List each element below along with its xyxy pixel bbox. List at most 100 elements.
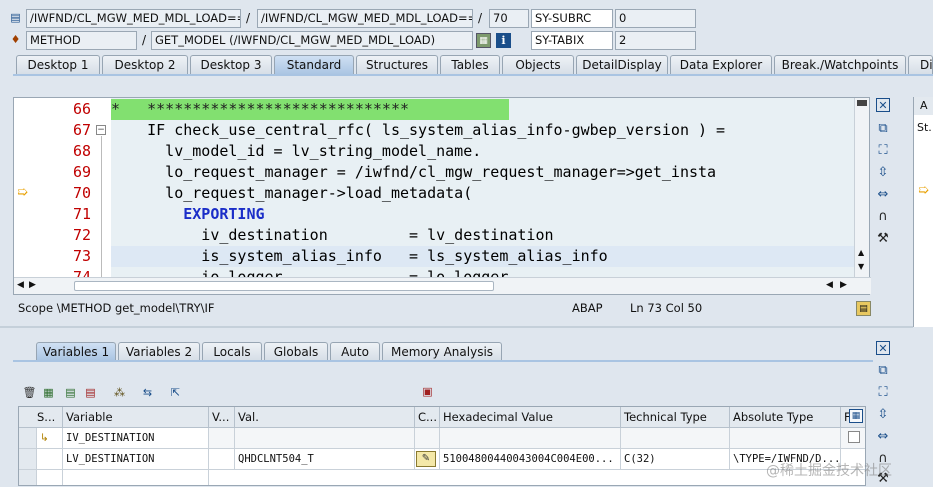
program-field[interactable]: /IWFND/CL_MGW_MED_MDL_LOAD===… <box>26 9 241 28</box>
column-header[interactable]: C... <box>415 407 440 428</box>
column-header[interactable]: Hexadecimal Value <box>440 407 621 428</box>
column-header[interactable]: Val. <box>235 407 415 428</box>
hex-cell: 51004800440043004C004E00... <box>440 449 621 470</box>
variable-cell[interactable]: IV_DESTINATION <box>63 428 209 449</box>
delete-icon[interactable]: 🗑 <box>22 385 37 400</box>
column-header[interactable]: Technical Type <box>621 407 730 428</box>
column-header[interactable]: S... <box>19 407 63 428</box>
tab-locals[interactable]: Locals <box>202 342 262 361</box>
collapse-icon[interactable]: − <box>96 125 106 135</box>
tab-data-explorer[interactable]: Data Explorer <box>670 55 772 75</box>
change-cell[interactable]: ✎ <box>415 449 440 470</box>
scroll-right-icon[interactable]: ▶ <box>29 280 36 290</box>
sy-subrc-value-field[interactable]: 0 <box>615 9 696 28</box>
tab-objects[interactable]: Objects <box>502 55 574 75</box>
horizontal-resize-icon[interactable]: ⇔ <box>874 427 892 445</box>
scroll-left-icon[interactable]: ◀ <box>17 280 24 290</box>
tab-tables[interactable]: Tables <box>440 55 500 75</box>
line-number-field[interactable]: 70 <box>489 9 529 28</box>
insert-icon[interactable]: ▦ <box>41 385 56 400</box>
horizontal-resize-icon[interactable]: ⇔ <box>874 185 892 203</box>
column-header[interactable]: Variable <box>63 407 209 428</box>
tab-memory-analysis[interactable]: Memory Analysis <box>382 342 502 361</box>
info-icon[interactable]: i <box>496 33 511 48</box>
editor-vertical-scrollbar[interactable]: ▲ ▼ <box>854 98 869 277</box>
tab-di[interactable]: Di <box>908 55 933 75</box>
maximize-icon[interactable]: ⛶ <box>874 141 892 159</box>
scroll-right-icon[interactable]: ▶ <box>840 280 847 290</box>
export-icon[interactable]: ▤ <box>83 385 98 400</box>
code-area[interactable]: * ***************************** IF check… <box>111 98 856 277</box>
checkbox-cell[interactable] <box>841 428 865 449</box>
language-text: ABAP <box>572 301 603 315</box>
tech-type-cell: C(32) <box>621 449 730 470</box>
tab-structures[interactable]: Structures <box>356 55 438 75</box>
tab-standard[interactable]: Standard <box>274 55 354 75</box>
import-icon[interactable]: ▤ <box>63 385 78 400</box>
editor-horizontal-scrollbar[interactable]: ◀ ▶ ◀ ▶ <box>14 277 871 294</box>
vertical-resize-icon[interactable]: ⇳ <box>874 163 892 181</box>
close-icon[interactable]: ✕ <box>876 341 890 355</box>
right-panel: A St. ➯ <box>913 97 933 327</box>
hierarchy-icon[interactable]: ⁂ <box>112 385 127 400</box>
scroll-up-icon[interactable]: ▲ <box>858 248 864 257</box>
tab-desktop-2[interactable]: Desktop 2 <box>102 55 188 75</box>
variables-table[interactable]: S... Variable V... Val. C... Hexadecimal… <box>18 406 866 486</box>
sy-tabix-value-field[interactable]: 2 <box>615 31 696 50</box>
row-selector[interactable] <box>19 428 37 449</box>
tool-icon[interactable]: ⚒ <box>874 229 892 247</box>
program-icon: ▤ <box>10 11 21 24</box>
empty-cell <box>37 470 63 485</box>
tab-desktop-3[interactable]: Desktop 3 <box>190 55 272 75</box>
value-cell[interactable] <box>235 428 415 449</box>
edit-pencil-icon[interactable]: ✎ <box>416 451 436 467</box>
checkbox[interactable] <box>848 431 860 443</box>
tab-detaildisplay[interactable]: DetailDisplay <box>576 55 668 75</box>
source-editor[interactable]: 66 67 68 69 70 71 72 73 74 ➯ − * *******… <box>13 97 871 295</box>
close-icon[interactable]: ✕ <box>876 98 890 112</box>
book-icon[interactable]: ▤ <box>856 301 871 316</box>
separator-slash: / <box>246 11 251 25</box>
column-header[interactable]: Absolute Type <box>730 407 841 428</box>
editor-gutter: 66 67 68 69 70 71 72 73 74 ➯ − <box>14 98 111 286</box>
split-icon[interactable]: ⧉ <box>874 119 892 137</box>
sy-tabix-name-field[interactable]: SY-TABIX <box>531 31 613 50</box>
column-header[interactable]: V... <box>209 407 235 428</box>
row-selector[interactable] <box>19 449 37 470</box>
layout-icon[interactable]: ▦ <box>849 409 863 423</box>
headset-icon[interactable]: ∩ <box>874 207 892 225</box>
scroll-down-icon[interactable]: ▼ <box>858 262 864 271</box>
variable-cell[interactable]: LV_DESTINATION <box>63 449 209 470</box>
empty-cell[interactable] <box>63 470 209 485</box>
tab-variables-1[interactable]: Variables 1 <box>36 342 116 361</box>
tech-type-cell <box>621 428 730 449</box>
tab-underline <box>13 74 933 76</box>
value-cell[interactable]: QHDCLNT504_T <box>235 449 415 470</box>
split-icon[interactable]: ⧉ <box>874 361 892 379</box>
scroll-left-icon[interactable]: ◀ <box>826 280 833 290</box>
row-selector[interactable] <box>19 470 37 485</box>
event-name-field[interactable]: GET_MODEL (/IWFND/CL_MGW_MED_MDL_LOAD) <box>151 31 473 50</box>
maximize-icon[interactable]: ⛶ <box>874 383 892 401</box>
open-folder-icon[interactable]: ⇱ <box>168 385 183 400</box>
tab-auto[interactable]: Auto <box>330 342 380 361</box>
tab-globals[interactable]: Globals <box>264 342 328 361</box>
tab-variables-2[interactable]: Variables 2 <box>118 342 200 361</box>
sy-subrc-name-field[interactable]: SY-SUBRC <box>531 9 613 28</box>
panel-divider[interactable] <box>0 326 913 328</box>
vertical-resize-icon[interactable]: ⇳ <box>874 405 892 423</box>
include-field[interactable]: /IWFND/CL_MGW_MED_MDL_LOAD===… <box>257 9 473 28</box>
save-icon[interactable]: ▣ <box>420 384 435 399</box>
tab-breakpoints[interactable]: Break./Watchpoints <box>774 55 906 75</box>
navigate-icon[interactable]: ⇆ <box>140 385 155 400</box>
line-number: 71 <box>72 205 91 223</box>
hex-cell <box>440 428 621 449</box>
editor-status-bar: Scope \METHOD get_model\TRY\IF ABAP Ln 7… <box>13 299 870 318</box>
scope-text: Scope \METHOD get_model\TRY\IF <box>18 301 215 315</box>
scroll-thumb[interactable] <box>857 100 867 106</box>
code-line-current: is_system_alias_info = ls_system_alias_i… <box>111 246 856 267</box>
display-icon[interactable]: ▦ <box>476 33 491 48</box>
scroll-thumb[interactable] <box>74 281 494 291</box>
tab-desktop-1[interactable]: Desktop 1 <box>16 55 100 75</box>
event-type-field[interactable]: METHOD <box>26 31 137 50</box>
